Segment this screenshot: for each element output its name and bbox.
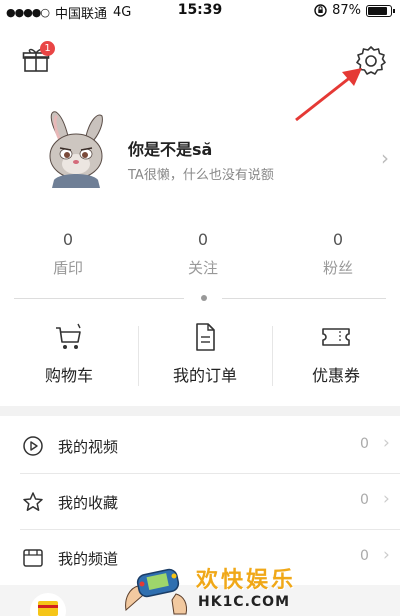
orientation-lock-icon <box>314 4 327 17</box>
shortcut-label: 我的订单 <box>172 366 237 385</box>
menu-item-my-videos[interactable]: 我的视频 0 › <box>0 418 400 473</box>
star-icon <box>23 492 43 511</box>
order-document-icon <box>196 323 215 351</box>
watermark-domain: HK1C.COM <box>198 594 291 610</box>
coupon-ticket-icon <box>322 328 350 346</box>
profile-chevron-icon[interactable]: › <box>381 146 389 170</box>
menu-item-count: 0 <box>360 492 369 508</box>
menu-item-label: 我的收藏 <box>58 494 119 512</box>
menu-item-label: 我的频道 <box>58 550 119 568</box>
watermark-title: 欢快娱乐 <box>196 568 297 593</box>
menu-item-count: 0 <box>360 436 369 452</box>
wallet-app-icon[interactable] <box>30 589 66 616</box>
menu-item-my-favorites[interactable]: 我的收藏 0 › <box>0 474 400 529</box>
section-gap <box>0 406 400 416</box>
stat-label: 关注 <box>187 259 218 277</box>
stat-following[interactable]: 0 关注 <box>163 230 243 278</box>
stat-value: 0 <box>332 230 344 249</box>
page-indicator-dot <box>201 295 207 301</box>
chevron-right-icon: › <box>383 433 390 453</box>
divider <box>222 298 386 299</box>
username: 你是不是să <box>128 140 213 159</box>
stat-followers[interactable]: 0 粉丝 <box>298 230 378 278</box>
shopping-cart-button[interactable]: 购物车 <box>0 322 138 392</box>
channel-tv-icon <box>23 549 43 567</box>
my-orders-button[interactable]: 我的订单 <box>138 322 272 392</box>
notification-badge: 1 <box>40 41 55 56</box>
divider <box>14 298 184 299</box>
stat-value: 0 <box>62 230 74 249</box>
watermark-game-controller-icon <box>125 568 187 615</box>
user-bio: TA很懒，什么也没有说额 <box>128 168 274 183</box>
stat-label: 盾印 <box>52 259 83 277</box>
coupons-button[interactable]: 优惠券 <box>272 322 400 392</box>
chevron-right-icon: › <box>383 545 390 565</box>
battery-percent: 87% <box>332 3 361 18</box>
status-bar: ●●●●○ 中国联通 4G 15:39 87% <box>0 0 400 22</box>
avatar[interactable] <box>40 110 112 188</box>
shortcut-label: 购物车 <box>44 366 93 385</box>
shopping-cart-icon <box>56 323 81 349</box>
battery-icon <box>366 4 395 17</box>
annotation-arrow-icon <box>295 68 362 122</box>
shortcut-label: 优惠券 <box>311 366 360 385</box>
stat-shield-points[interactable]: 0 盾印 <box>28 230 108 278</box>
stat-value: 0 <box>197 230 209 249</box>
chevron-right-icon: › <box>383 489 390 509</box>
battery-fill <box>368 6 388 15</box>
menu-item-count: 0 <box>360 548 369 564</box>
play-circle-icon <box>23 436 43 456</box>
menu-item-label: 我的视频 <box>58 438 119 456</box>
stat-label: 粉丝 <box>322 259 353 277</box>
